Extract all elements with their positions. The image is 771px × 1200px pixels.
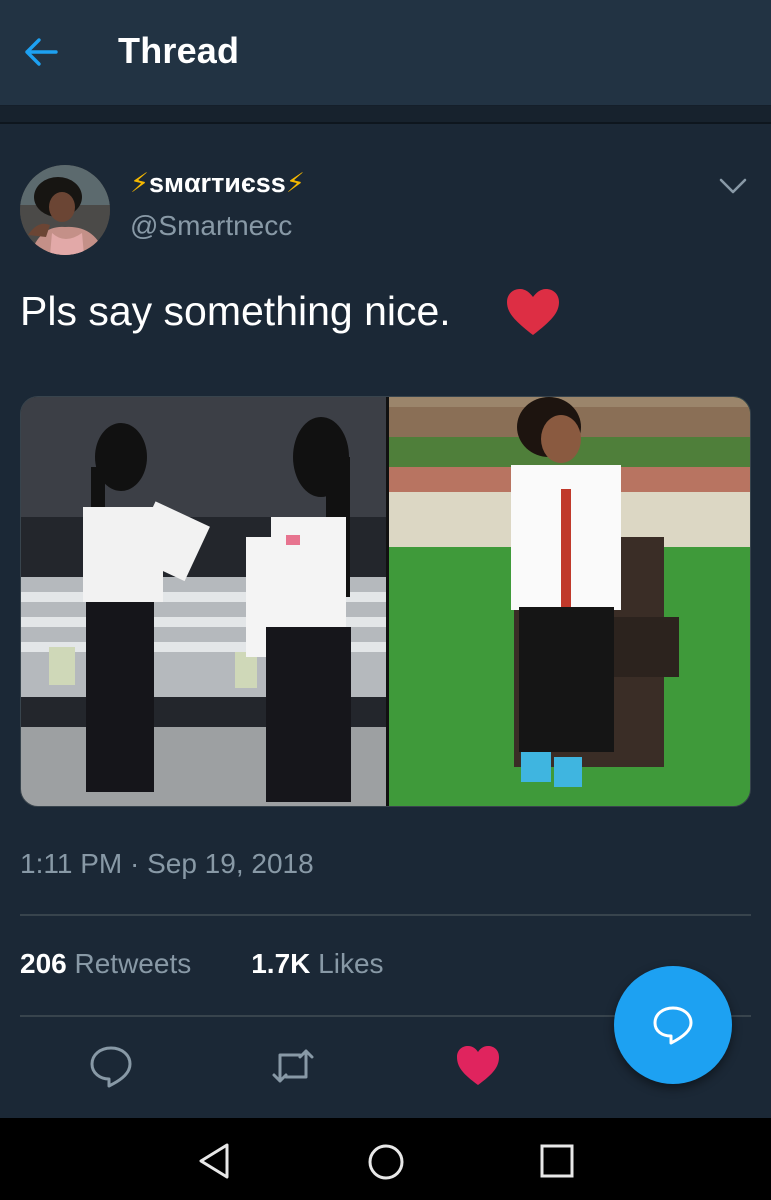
retweets-stat[interactable]: 206 Retweets [20,948,191,979]
photo-left[interactable] [21,397,386,807]
avatar[interactable] [20,165,110,255]
likes-label: Likes [318,948,384,979]
author-name-text: ѕмαrтиєѕѕ [148,168,286,198]
retweet-icon[interactable] [270,1043,316,1089]
heart-icon[interactable] [455,1043,501,1089]
tweet-timestamp: 1:11 PM · Sep 19, 2018 [20,848,314,879]
retweets-label: Retweets [74,948,192,979]
likes-count: 1.7K [251,948,311,979]
lightning-bolt-icon: ⚡ [130,168,149,198]
author-display-name[interactable]: ⚡ѕмαrтиєѕѕ⚡ [130,168,305,199]
photo-right[interactable] [389,397,751,807]
circle-home-icon[interactable] [366,1142,406,1182]
chevron-down-icon[interactable] [718,176,748,196]
lightning-bolt-icon: ⚡ [285,168,305,198]
tweet-text: Pls say something nice. [20,288,451,334]
triangle-back-icon[interactable] [196,1142,232,1180]
tweet-stats: 206 Retweets 1.7K Likes [20,948,384,980]
page-title: Thread [118,30,240,71]
tweet-media [20,396,751,807]
app-bar: Thread [0,0,771,106]
square-recents-icon[interactable] [538,1142,576,1180]
reply-icon[interactable] [88,1043,134,1089]
arrow-left-icon[interactable] [22,36,58,68]
divider [20,914,751,916]
red-heart-icon [507,289,559,335]
header-separator [0,106,771,124]
retweets-count: 206 [20,948,67,979]
likes-stat[interactable]: 1.7K Likes [251,948,383,979]
author-handle[interactable]: @Smartnecc [130,210,292,242]
speech-bubble-icon [653,1006,693,1045]
system-nav-bar [0,1118,771,1200]
compose-reply-button[interactable] [614,966,732,1084]
